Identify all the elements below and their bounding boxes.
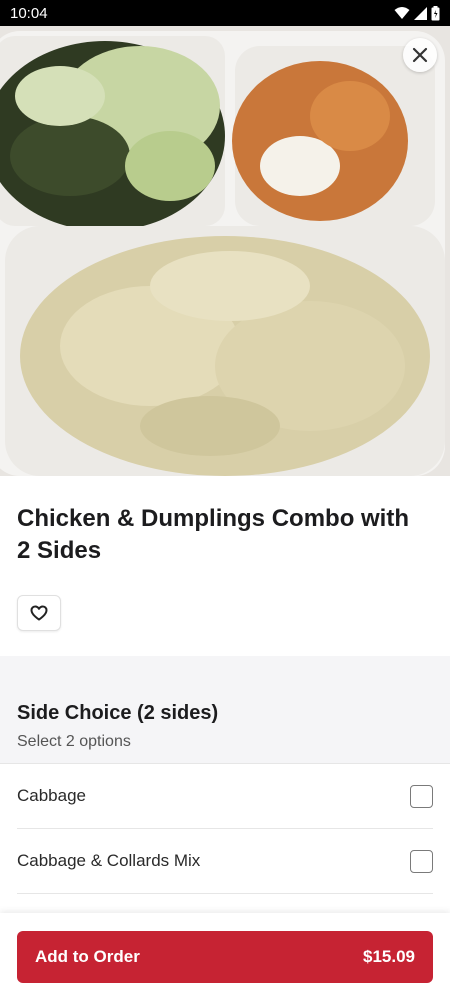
option-label: Cabbage & Collards Mix — [17, 851, 201, 870]
add-to-order-button[interactable]: Add to Order $15.09 — [17, 931, 433, 983]
option-checkbox[interactable] — [410, 784, 433, 808]
modifier-group-header: Side Choice (2 sides) Select 2 options — [0, 682, 450, 764]
wifi-icon — [394, 7, 410, 19]
status-icons — [394, 5, 440, 21]
signal-icon — [414, 6, 427, 20]
item-photo — [0, 26, 450, 476]
add-to-order-label: Add to Order — [35, 947, 140, 966]
modifier-group-subtitle: Select 2 options — [17, 733, 131, 750]
option-checkbox[interactable] — [410, 849, 433, 873]
order-price: $15.09 — [363, 947, 415, 966]
favorite-button[interactable] — [17, 595, 61, 631]
modifier-group-title: Side Choice (2 sides) — [17, 702, 219, 724]
status-time: 10:04 — [10, 4, 48, 22]
item-title: Chicken & Dumplings Combo with 2 Sides — [17, 505, 410, 564]
close-icon — [412, 47, 428, 63]
option-row-cabbage-collards[interactable]: Cabbage & Collards Mix — [17, 829, 433, 894]
option-label: Cabbage — [17, 786, 87, 805]
heart-icon — [30, 605, 48, 621]
close-button[interactable] — [403, 38, 437, 72]
bottom-action-bar: Add to Order $15.09 — [0, 913, 450, 1000]
section-divider — [0, 656, 450, 682]
option-row-cabbage[interactable]: Cabbage — [17, 764, 433, 829]
battery-icon — [431, 5, 440, 20]
status-bar: 10:04 — [0, 0, 450, 26]
